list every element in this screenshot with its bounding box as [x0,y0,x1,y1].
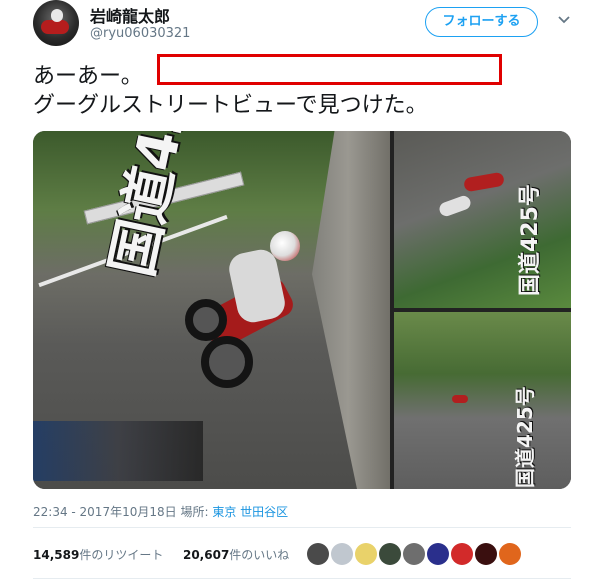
tweet-header: 岩崎龍太郎 @ryu06030321 フォローする [0,0,600,60]
tweet-media[interactable]: 国道425号 国道425号 国道425号 [33,131,571,489]
liker-avatar[interactable] [355,543,377,565]
chevron-down-icon[interactable] [557,13,571,27]
place-label: 場所: [180,505,209,519]
rider-helmet [270,231,300,261]
tweet-timestamp: 22:34 - 2017年10月18日 場所: 東京 世田谷区 [33,503,288,520]
rock-wall [312,131,390,489]
liker-avatar[interactable] [499,543,521,565]
retweets-label: 件のリツイート [79,548,164,562]
display-name[interactable]: 岩崎龍太郎 [90,3,170,27]
liker-avatar[interactable] [379,543,401,565]
likes-count: 20,607 [182,548,230,562]
retweets-stat[interactable]: 14,589件のリツイート [33,548,163,562]
retweets-count: 14,589 [33,548,80,562]
liker-avatar[interactable] [307,543,329,565]
motorcycle-front-wheel [201,336,253,388]
avatar[interactable] [33,0,79,46]
divider [33,527,571,528]
avatar-rider-shape [51,9,63,22]
redaction-box [157,54,502,85]
streetview-blur-artifact [33,421,203,481]
photo-bottom-right[interactable]: 国道425号 [394,312,571,489]
fallen-motorcycle [463,171,505,193]
photo-main[interactable]: 国道425号 [33,131,390,489]
liker-avatar[interactable] [451,543,473,565]
liker-avatar[interactable] [331,543,353,565]
tweet-text-line-2: グーグルストリートビューで見つけた。 [33,93,428,118]
liker-avatars [307,543,523,567]
photo-top-right[interactable]: 国道425号 [394,131,571,308]
timestamp-text[interactable]: 22:34 - 2017年10月18日 [33,505,177,519]
follow-button[interactable]: フォローする [425,7,538,37]
fallen-rider [437,193,473,219]
motorcycle-rear-wheel [185,299,227,341]
road-marking-top-right: 国道425号 [518,184,543,296]
tweet-stats: 14,589件のリツイート 20,607件のいいね [33,546,289,563]
liker-avatar[interactable] [403,543,425,565]
likes-stat[interactable]: 20,607件のいいね [183,548,289,562]
likes-label: 件のいいね [229,548,290,562]
road-marking-bottom-right: 国道425号 [513,386,537,488]
user-handle[interactable]: @ryu06030321 [90,26,190,41]
road-marking-main: 国道425号 [99,131,221,283]
avatar-bike-shape [41,20,69,34]
distant-motorcycle [452,395,468,403]
liker-avatar[interactable] [475,543,497,565]
bottom-divider [33,578,571,579]
liker-avatar[interactable] [427,543,449,565]
place-link[interactable]: 東京 世田谷区 [212,505,288,519]
